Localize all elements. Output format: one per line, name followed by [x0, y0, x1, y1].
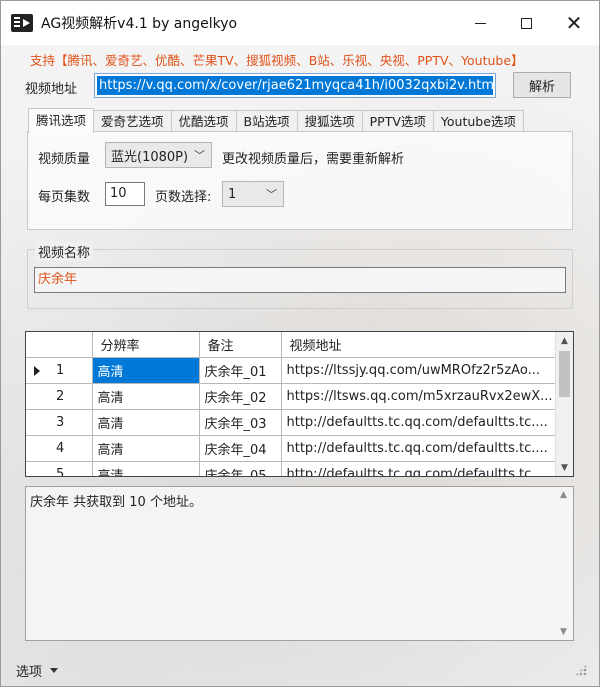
app-window: AG视频解析v4.1 by angelkyo ✕ 支持【腾讯、爱奇艺、优酷、芒果…	[0, 0, 600, 687]
cell-url[interactable]: http://defaultts.tc.qq.com/defaultts.tc.…	[281, 461, 556, 476]
supported-sites-text: 支持【腾讯、爱奇艺、优酷、芒果TV、搜狐视频、B站、乐视、央视、PPTV、You…	[30, 53, 524, 68]
quality-select[interactable]: 蓝光(1080P) ﹀	[105, 142, 212, 168]
scroll-up-icon[interactable]: ▲	[560, 490, 567, 500]
chevron-down-icon: ﹀	[266, 188, 277, 201]
column-header-url[interactable]: 视频地址	[281, 332, 556, 358]
status-bar: 选项	[1, 654, 599, 686]
site-tabs: 腾讯选项 爱奇艺选项 优酷选项 B站选项 搜狐选项 PPTV选项 Youtube…	[28, 108, 524, 133]
chevron-down-icon: ﹀	[194, 149, 205, 162]
tab-bilibili[interactable]: B站选项	[235, 110, 298, 132]
video-name-label: 视频名称	[35, 242, 94, 261]
cell-url[interactable]: http://defaultts.tc.qq.com/defaultts.tc.…	[281, 409, 556, 436]
tab-youku[interactable]: 优酷选项	[170, 110, 237, 132]
cell-url[interactable]: https://ltsws.qq.com/m5xrzauRvx2ewX...	[281, 383, 556, 410]
column-header-index[interactable]	[26, 332, 93, 358]
scroll-up-icon[interactable]: ▲	[556, 332, 573, 349]
minimize-icon	[474, 22, 486, 24]
close-icon: ✕	[565, 11, 583, 35]
app-icon	[11, 14, 33, 32]
cell-note[interactable]: 庆余年_04	[199, 435, 282, 462]
current-row-icon	[34, 365, 40, 376]
minimize-button[interactable]	[457, 1, 503, 45]
quality-note: 更改视频质量后，需要重新解析	[222, 152, 405, 167]
scroll-down-icon[interactable]: ▼	[556, 459, 573, 476]
table-row[interactable]: 2 高清 庆余年_02 https://ltsws.qq.com/m5xrzau…	[26, 383, 556, 410]
video-name-field[interactable]: 庆余年	[34, 267, 566, 293]
page-value: 1	[228, 186, 237, 202]
cell-resolution[interactable]: 高清	[92, 357, 200, 384]
page-select-label: 页数选择:	[155, 190, 212, 205]
row-index: 2	[26, 383, 93, 410]
options-menu-label: 选项	[16, 664, 43, 680]
url-value: https://v.qq.com/x/cover/rjae621myqca41h…	[97, 76, 493, 95]
tab-pptv[interactable]: PPTV选项	[361, 110, 434, 132]
per-page-input[interactable]: 10	[105, 182, 145, 206]
column-header-resolution[interactable]: 分辨率	[92, 332, 200, 358]
quality-label: 视频质量	[38, 152, 91, 167]
row-index: 1	[26, 357, 93, 384]
title-bar: AG视频解析v4.1 by angelkyo ✕	[1, 1, 599, 45]
tab-youtube[interactable]: Youtube选项	[432, 110, 524, 132]
resize-grip-icon[interactable]	[575, 664, 587, 676]
maximize-button[interactable]	[503, 1, 549, 45]
table-row[interactable]: 1 高清 庆余年_01 https://ltssjy.qq.com/uwMROf…	[26, 357, 556, 384]
close-button[interactable]: ✕	[549, 1, 599, 45]
grid-header-row: 分辨率 备注 视频地址	[26, 332, 556, 358]
page-select[interactable]: 1 ﹀	[222, 181, 284, 207]
cell-note[interactable]: 庆余年_03	[199, 409, 282, 436]
tab-iqiyi[interactable]: 爱奇艺选项	[93, 110, 172, 132]
quality-value: 蓝光(1080P)	[111, 149, 189, 165]
grid-scrollbar[interactable]: ▲ ▼	[555, 332, 573, 476]
options-menu[interactable]: 选项	[16, 661, 59, 680]
parse-button[interactable]: 解析	[513, 72, 571, 98]
cell-url[interactable]: http://defaultts.tc.qq.com/defaultts.tc.…	[281, 435, 556, 462]
scroll-thumb[interactable]	[559, 351, 570, 397]
url-input[interactable]: https://v.qq.com/x/cover/rjae621myqca41h…	[94, 73, 496, 98]
cell-resolution[interactable]: 高清	[92, 383, 200, 410]
log-output[interactable]: 庆余年 共获取到 10 个地址。 ▲ ▼	[25, 486, 574, 641]
window-title: AG视频解析v4.1 by angelkyo	[41, 16, 238, 32]
row-index: 3	[26, 409, 93, 436]
row-index: 5	[26, 461, 93, 476]
cell-note[interactable]: 庆余年_02	[199, 383, 282, 410]
log-text: 庆余年 共获取到 10 个地址。	[30, 495, 202, 510]
table-row[interactable]: 5 高清 庆余年_05 http://defaultts.tc.qq.com/d…	[26, 461, 556, 476]
cell-resolution[interactable]: 高清	[92, 461, 200, 476]
cell-note[interactable]: 庆余年_01	[199, 357, 282, 384]
results-grid[interactable]: 分辨率 备注 视频地址 1 高清 庆余年_01 https://ltssjy.q…	[25, 331, 574, 477]
cell-resolution[interactable]: 高清	[92, 435, 200, 462]
row-index: 4	[26, 435, 93, 462]
url-label: 视频地址	[25, 82, 78, 97]
maximize-icon	[520, 17, 532, 29]
cell-resolution[interactable]: 高清	[92, 409, 200, 436]
log-scrollbar[interactable]: ▲ ▼	[556, 487, 573, 640]
dropdown-arrow-icon	[50, 667, 59, 673]
table-row[interactable]: 3 高清 庆余年_03 http://defaultts.tc.qq.com/d…	[26, 409, 556, 436]
table-row[interactable]: 4 高清 庆余年_04 http://defaultts.tc.qq.com/d…	[26, 435, 556, 462]
cell-note[interactable]: 庆余年_05	[199, 461, 282, 476]
tab-tencent[interactable]: 腾讯选项	[28, 108, 95, 133]
tab-sohu[interactable]: 搜狐选项	[296, 110, 363, 132]
column-header-note[interactable]: 备注	[199, 332, 282, 358]
scroll-down-icon[interactable]: ▼	[560, 627, 567, 637]
cell-url[interactable]: https://ltssjy.qq.com/uwMROfz2r5zAo...	[281, 357, 556, 384]
per-page-label: 每页集数	[38, 190, 91, 205]
